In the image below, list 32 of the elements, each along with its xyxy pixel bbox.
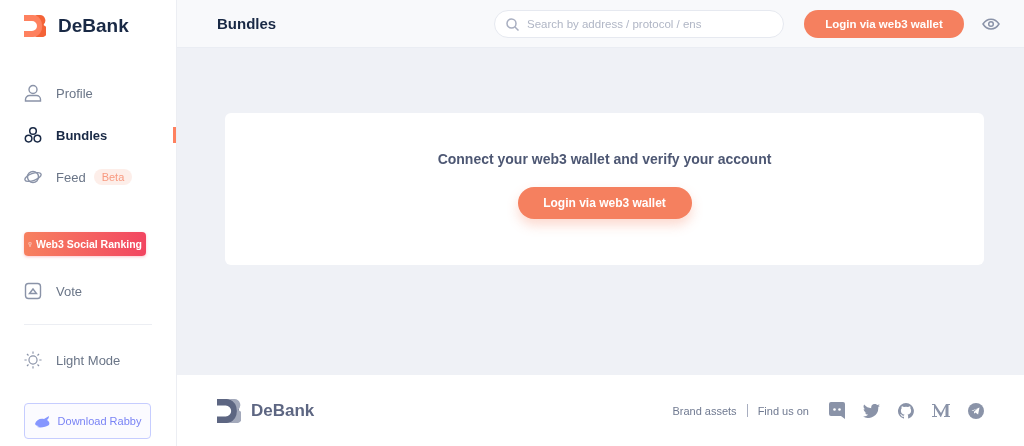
- nav-item[interactable]: Profile: [24, 72, 152, 114]
- download-rabby-button[interactable]: Download Rabby: [24, 403, 151, 439]
- nav-item[interactable]: Bundles: [24, 114, 152, 156]
- person-icon: [24, 84, 42, 102]
- connect-message: Connect your web3 wallet and verify your account: [437, 151, 772, 167]
- nav-item[interactable]: Feed Beta: [24, 156, 152, 198]
- circles-icon: [24, 126, 42, 144]
- vote-icon: [24, 282, 42, 300]
- eye-icon[interactable]: [982, 17, 1000, 30]
- planet-icon: [24, 168, 42, 186]
- ranking-button[interactable]: Web3 Social Ranking: [24, 232, 146, 256]
- vote-item[interactable]: Vote: [24, 270, 152, 312]
- octocat-icon[interactable]: [898, 402, 914, 419]
- paper-plane-icon[interactable]: [968, 402, 984, 419]
- logo-text: DeBank: [58, 15, 129, 37]
- brand-assets-link[interactable]: Brand assets: [672, 404, 737, 417]
- search-icon: [506, 17, 519, 31]
- medium-icon[interactable]: [932, 403, 950, 418]
- sun-icon: [24, 350, 42, 370]
- logo-text: DeBank: [251, 400, 315, 421]
- login-button[interactable]: Login via web3 wallet: [804, 9, 964, 38]
- active-indicator: [173, 127, 176, 143]
- login-button[interactable]: Login via web3 wallet: [517, 187, 692, 219]
- chat-icon[interactable]: [829, 402, 845, 419]
- beta-badge: Beta: [93, 169, 133, 185]
- logo-icon: [24, 15, 46, 37]
- search-field[interactable]: Search by address / protocol / ens: [494, 9, 784, 38]
- page-title: Bundles: [217, 15, 278, 32]
- logo-icon: [217, 398, 241, 423]
- find-us-label: Find us on: [757, 404, 809, 417]
- bird-icon[interactable]: [863, 403, 880, 418]
- light-mode-toggle[interactable]: Light Mode: [24, 339, 152, 381]
